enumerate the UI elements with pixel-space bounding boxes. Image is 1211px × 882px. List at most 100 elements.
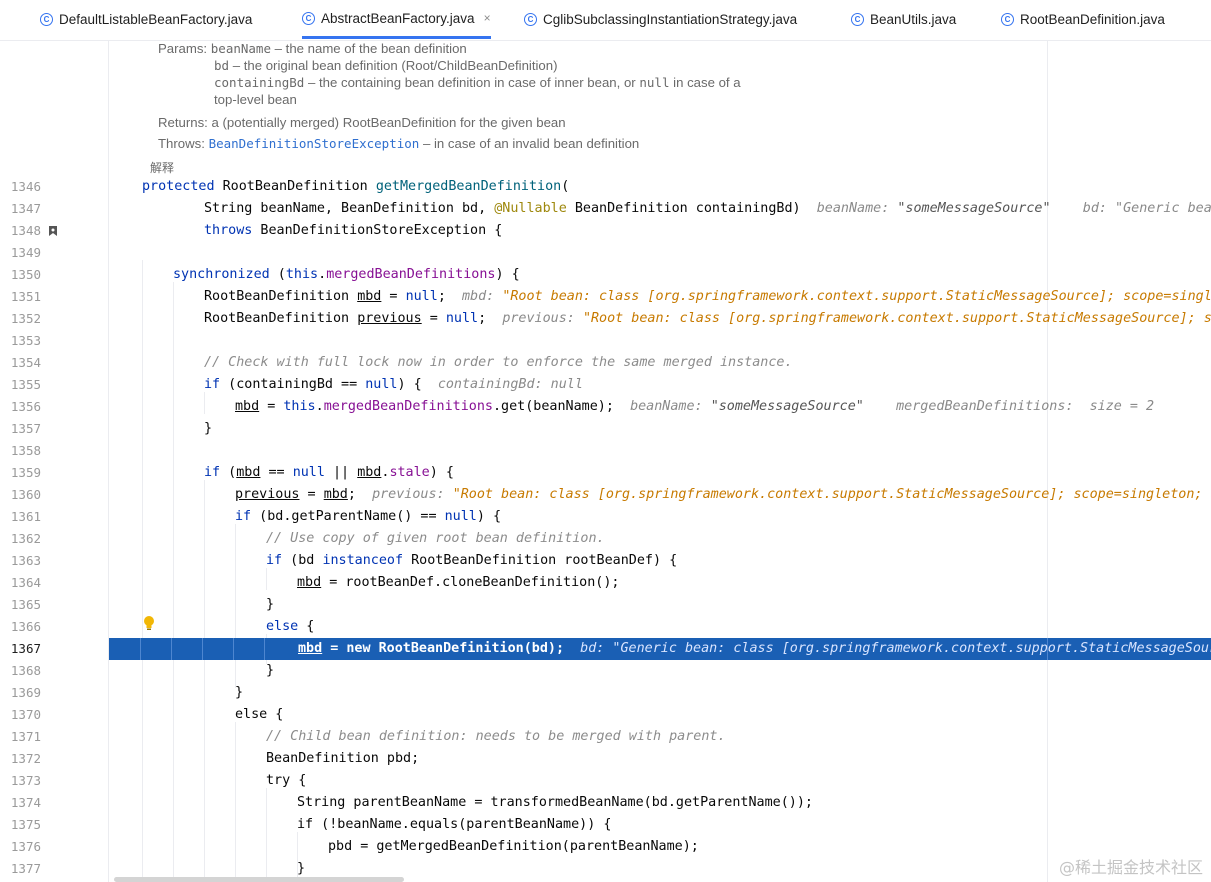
code-line: 1355 if (containingBd == null) { contain…: [0, 374, 1211, 396]
code-line: 1371 // Child bean definition: needs to …: [0, 726, 1211, 748]
line-number: 1365: [10, 597, 41, 612]
line-number: 1375: [10, 817, 41, 832]
inline-debug-hint: beanName:: [630, 399, 711, 414]
code-comment: // Child bean definition: needs to be me…: [266, 729, 726, 744]
inline-debug-hint: previous:: [372, 487, 453, 502]
doc-throws-link[interactable]: BeanDefinitionStoreException: [209, 136, 420, 151]
line-number: 1376: [10, 839, 41, 854]
code-line: 1365 }: [0, 594, 1211, 616]
doc-throws-label: Throws:: [158, 136, 205, 151]
code-token: .: [318, 267, 327, 282]
java-class-icon: C: [524, 12, 537, 26]
inline-debug-hint: "Root bean: class [org.springframework.c…: [452, 487, 1211, 502]
tab-root-bean-definition[interactable]: C RootBeanDefinition.java: [1001, 0, 1165, 38]
code-line: 1363 if (bd instanceof RootBeanDefinitio…: [0, 550, 1211, 572]
doc-returns-label: Returns:: [158, 115, 208, 130]
tab-bean-utils[interactable]: C BeanUtils.java: [851, 0, 956, 38]
inline-debug-hint: bd: "Generic bean: c: [1082, 201, 1211, 216]
code-token: this: [285, 267, 319, 282]
code-line: 1366 else {: [0, 616, 1211, 638]
code-token: RootBeanDefinition: [204, 311, 358, 326]
code-token: ||: [324, 465, 358, 480]
code-token: }: [266, 663, 275, 678]
code-token: mergedBeanDefinitions: [323, 399, 493, 414]
line-number: 1350: [10, 267, 41, 282]
code-line: 1351 RootBeanDefinition mbd = null; mbd:…: [0, 286, 1211, 308]
code-line: 1370 else {: [0, 704, 1211, 726]
javadoc-returns: Returns: a (potentially merged) RootBean…: [158, 114, 566, 131]
code-comment: // Use copy of given root bean definitio…: [266, 531, 605, 546]
line-number: 1374: [10, 795, 41, 810]
line-number: 1346: [10, 179, 41, 194]
code-token: =: [421, 311, 446, 326]
code-token: String parentBeanName = transformedBeanN…: [297, 795, 813, 810]
inline-debug-hint: containingBd: null: [437, 377, 583, 392]
code-line: 1352 RootBeanDefinition previous = null;…: [0, 308, 1211, 330]
code-line: 1372 BeanDefinition pbd;: [0, 748, 1211, 770]
code-token: (: [269, 267, 286, 282]
tab-label: RootBeanDefinition.java: [1020, 11, 1165, 27]
code-line: 1361 if (bd.getParentName() == null) {: [0, 506, 1211, 528]
line-number: 1362: [10, 531, 41, 546]
code-token: }: [235, 685, 244, 700]
java-class-icon: C: [40, 12, 53, 26]
horizontal-scrollbar[interactable]: [114, 877, 404, 882]
code-token: (containingBd ==: [220, 377, 366, 392]
code-token: instanceof: [322, 553, 404, 568]
code-token: = new RootBeanDefinition(bd);: [322, 641, 565, 656]
line-number: 1349: [10, 245, 41, 260]
code-line: 1350 synchronized (this.mergedBeanDefini…: [0, 264, 1211, 286]
code-token: RootBeanDefinition: [204, 289, 358, 304]
doc-param-desc: top-level bean: [214, 92, 297, 107]
tab-label: DefaultListableBeanFactory.java: [59, 11, 253, 27]
inline-debug-hint: "someMessageSource": [897, 201, 1051, 216]
code-token: {: [290, 773, 307, 788]
code-token: previous: [357, 311, 422, 326]
close-icon[interactable]: ×: [484, 11, 491, 25]
line-number: 1371: [10, 729, 41, 744]
line-number: 1358: [10, 443, 41, 458]
code-line: 1364 mbd = rootBeanDef.cloneBeanDefiniti…: [0, 572, 1211, 594]
code-token: ) {: [397, 377, 422, 392]
java-class-icon: C: [851, 12, 864, 26]
line-number: 1369: [10, 685, 41, 700]
code-token: = rootBeanDef.cloneBeanDefinition();: [321, 575, 620, 590]
code-token: BeanDefinition pbd;: [266, 751, 420, 766]
code-token: mbd: [357, 289, 382, 304]
line-number: 1348: [10, 223, 41, 238]
code-line: 1360 previous = mbd; previous: "Root bea…: [0, 484, 1211, 506]
tab-abstract-bean-factory[interactable]: C AbstractBeanFactory.java ×: [302, 0, 491, 39]
code-token: =: [381, 289, 406, 304]
code-token: }: [204, 421, 213, 436]
code-token: if: [297, 817, 314, 832]
code-token: ) {: [495, 267, 520, 282]
code-token: ) {: [476, 509, 502, 524]
inline-debug-hint: "someMessageSource": [710, 399, 864, 414]
code-line-current: mbd = new RootBeanDefinition(bd); bd: "G…: [298, 638, 1211, 660]
code-token: if: [266, 553, 283, 568]
code-token: null: [405, 289, 438, 304]
doc-render-toggle[interactable]: 解释: [150, 159, 174, 176]
indent-guide: [202, 638, 203, 660]
code-line: 1348 throws BeanDefinitionStoreException…: [0, 220, 1211, 242]
code-line: 1373 try {: [0, 770, 1211, 792]
tab-cglib-subclassing-instantiation-strategy[interactable]: C CglibSubclassingInstantiationStrategy.…: [524, 0, 797, 38]
code-token: mbd: [297, 575, 322, 590]
line-number: 1373: [10, 773, 41, 788]
javadoc-throws: Throws: BeanDefinitionStoreException – i…: [158, 135, 639, 152]
code-token: .: [315, 399, 324, 414]
code-comment: // Check with full lock now in order to …: [204, 355, 793, 370]
code-token: else: [266, 619, 299, 634]
line-number: 1351: [10, 289, 41, 304]
code-line: 1356 mbd = this.mergedBeanDefinitions.ge…: [0, 396, 1211, 418]
code-token: ;: [437, 289, 446, 304]
line-number: 1354: [10, 355, 41, 370]
tab-default-listable-bean-factory[interactable]: C DefaultListableBeanFactory.java: [40, 0, 252, 38]
code-token: null: [445, 311, 479, 326]
code-token: if: [235, 509, 252, 524]
code-token: RootBeanDefinition rootBeanDef) {: [403, 553, 678, 568]
doc-params-label: Params:: [158, 41, 208, 56]
code-line: 1357 }: [0, 418, 1211, 440]
indent-guide: [264, 638, 265, 660]
code-token: mbd: [235, 399, 260, 414]
